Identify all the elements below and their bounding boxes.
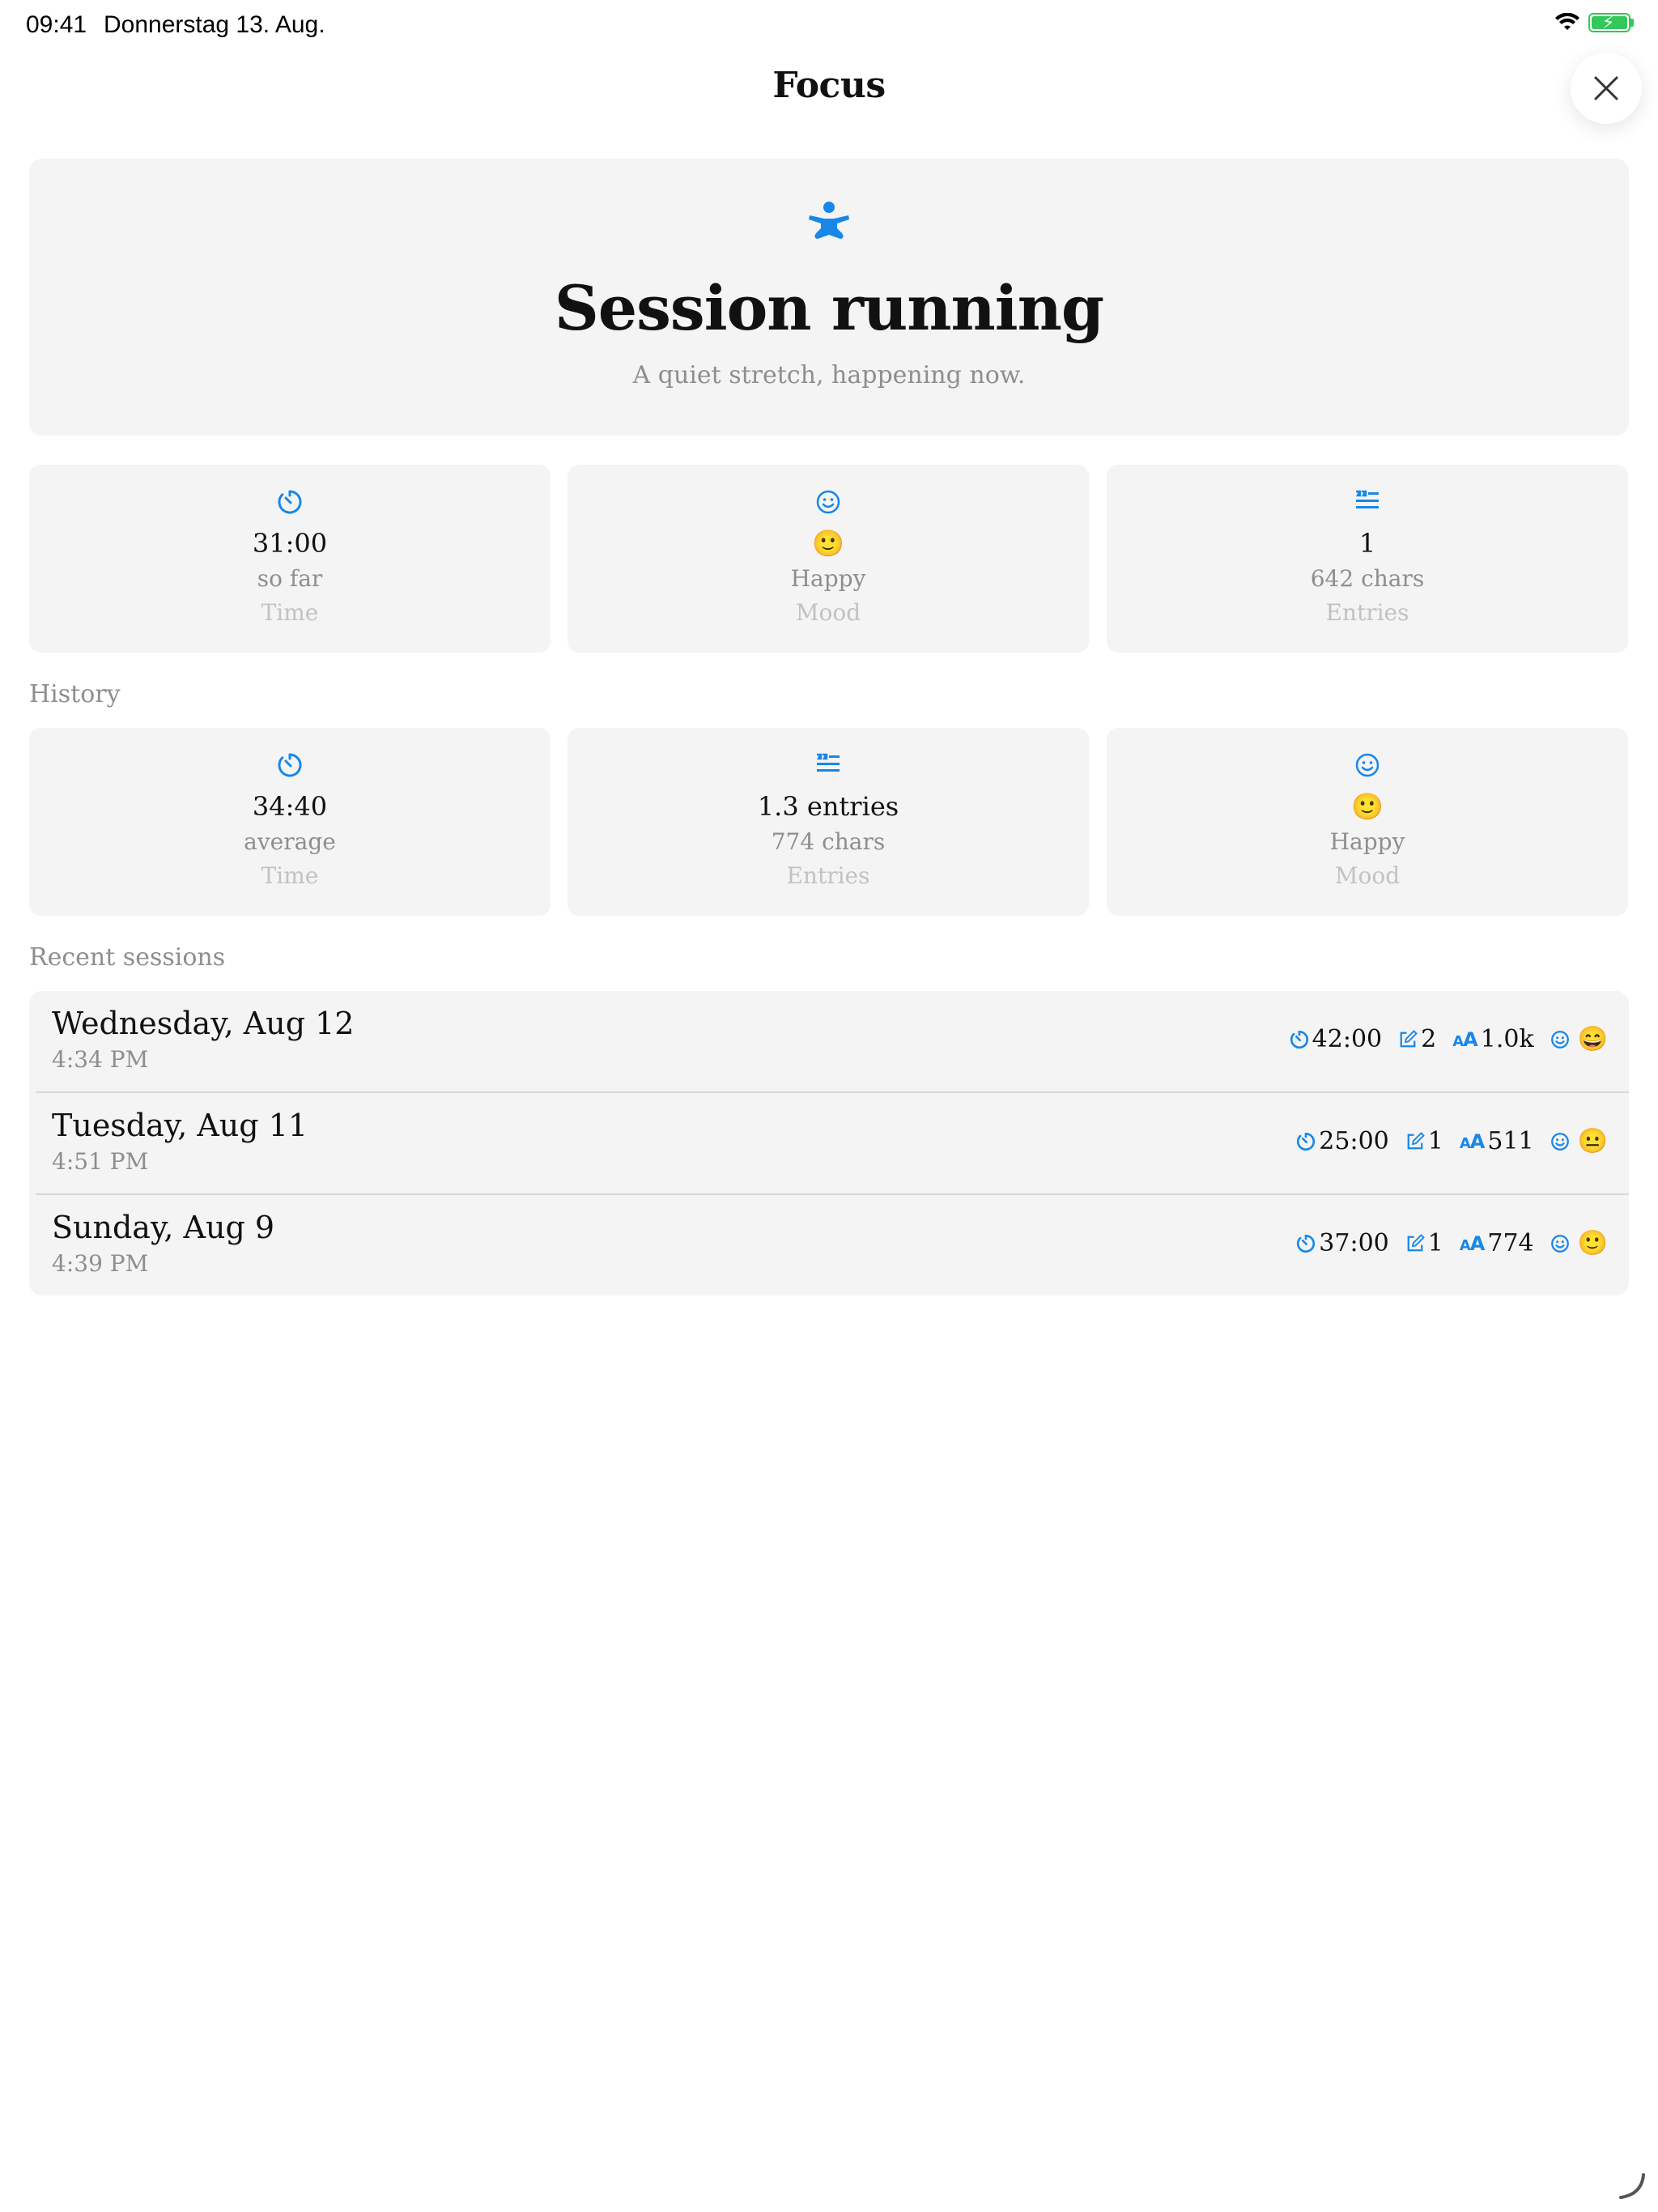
smiley-icon (1355, 753, 1380, 777)
resize-handle-icon[interactable] (1618, 2172, 1647, 2201)
session-stats: 37:00 1 AA 774 🙂 (1280, 1229, 1608, 1257)
timer-icon (1297, 1132, 1316, 1151)
stat-detail: 774 chars (771, 828, 886, 855)
history-section-label: History (29, 680, 121, 708)
session-entries: 2 (1421, 1025, 1437, 1053)
session-time: 4:39 PM (52, 1250, 149, 1277)
session-time: 4:34 PM (52, 1046, 149, 1073)
stat-value: 34:40 (252, 791, 328, 822)
page-title: Focus (772, 65, 886, 106)
stat-label: Time (261, 599, 319, 626)
session-entries: 1 (1427, 1127, 1443, 1155)
session-entries: 1 (1427, 1229, 1443, 1257)
timer-icon (1297, 1234, 1316, 1253)
timer-icon (1290, 1030, 1308, 1049)
timer-icon (278, 753, 302, 777)
session-duration: 42:00 (1312, 1025, 1383, 1053)
status-time: 09:41 (26, 11, 87, 38)
history-mood-card: 🙂 Happy Mood (1107, 728, 1628, 916)
session-mood-emoji: 😐 (1577, 1127, 1608, 1155)
mood-emoji: 🙂 (1351, 791, 1384, 822)
session-status-subtitle: A quiet stretch, happening now. (632, 361, 1026, 389)
stat-detail: average (244, 828, 336, 855)
stat-value: 31:00 (252, 528, 328, 559)
compose-icon (1407, 1131, 1425, 1149)
stat-label: Time (261, 862, 319, 889)
session-duration: 25:00 (1319, 1127, 1389, 1155)
session-status-title: Session running (554, 272, 1104, 344)
close-icon (1594, 76, 1618, 100)
smiley-icon (1550, 1030, 1569, 1049)
session-duration: 37:00 (1319, 1229, 1389, 1257)
stat-detail: Happy (790, 565, 866, 592)
recent-sessions-label: Recent sessions (29, 943, 226, 972)
wifi-icon (1555, 13, 1579, 30)
session-date: Wednesday, Aug 12 (52, 1006, 355, 1041)
stat-label: Entries (1325, 599, 1409, 626)
smiley-icon (1550, 1234, 1569, 1253)
meditation-icon (809, 202, 849, 239)
session-date: Sunday, Aug 9 (52, 1210, 275, 1245)
session-row[interactable]: Tuesday, Aug 11 4:51 PM 25:00 1 AA 511 😐 (36, 1091, 1629, 1193)
session-mood-emoji: 😄 (1577, 1025, 1608, 1053)
session-date: Tuesday, Aug 11 (52, 1108, 308, 1143)
status-bar: 09:41 Donnerstag 13. Aug. ⚡ (0, 0, 1658, 52)
stat-label: Entries (786, 862, 870, 889)
text-size-icon: AA (1459, 1231, 1485, 1255)
close-button[interactable] (1571, 53, 1642, 124)
history-entries-card: 1.3 entries 774 chars Entries (568, 728, 1089, 916)
current-time-card: 31:00 so far Time (29, 465, 551, 653)
session-stats: 25:00 1 AA 511 😐 (1280, 1127, 1608, 1155)
smiley-icon (816, 490, 840, 514)
text-quote-icon (817, 753, 840, 772)
stat-value: 1.3 entries (757, 791, 899, 822)
session-row[interactable]: Wednesday, Aug 12 4:34 PM 42:00 2 AA 1.0… (29, 991, 1629, 1091)
session-row[interactable]: Sunday, Aug 9 4:39 PM 37:00 1 AA 774 🙂 (36, 1193, 1629, 1295)
stat-label: Mood (1334, 862, 1401, 889)
session-mood-emoji: 🙂 (1577, 1229, 1608, 1257)
current-entries-card: 1 642 chars Entries (1107, 465, 1628, 653)
session-hero-card: Session running A quiet stretch, happeni… (29, 159, 1629, 436)
compose-icon (1407, 1233, 1425, 1251)
stat-detail: Happy (1329, 828, 1405, 855)
session-time: 4:51 PM (52, 1148, 149, 1175)
mood-emoji: 🙂 (812, 528, 844, 559)
stat-value: 1 (1358, 528, 1376, 559)
status-icons: ⚡ (1554, 13, 1634, 33)
stat-detail: 642 chars (1310, 565, 1425, 592)
session-stats: 42:00 2 AA 1.0k 😄 (1273, 1025, 1608, 1053)
compose-icon (1400, 1029, 1418, 1047)
smiley-icon (1550, 1132, 1569, 1151)
stat-detail: so far (257, 565, 323, 592)
current-mood-card: 🙂 Happy Mood (568, 465, 1089, 653)
status-date: Donnerstag 13. Aug. (104, 11, 325, 38)
session-chars: 1.0k (1480, 1025, 1534, 1053)
battery-icon: ⚡ (1588, 13, 1634, 33)
history-time-card: 34:40 average Time (29, 728, 551, 916)
recent-sessions-list: Wednesday, Aug 12 4:34 PM 42:00 2 AA 1.0… (29, 991, 1629, 1295)
session-chars: 511 (1487, 1127, 1534, 1155)
stat-label: Mood (795, 599, 861, 626)
text-size-icon: AA (1452, 1027, 1477, 1051)
timer-icon (278, 490, 302, 514)
session-chars: 774 (1487, 1229, 1534, 1257)
text-size-icon: AA (1459, 1129, 1485, 1153)
text-quote-icon (1356, 490, 1379, 508)
